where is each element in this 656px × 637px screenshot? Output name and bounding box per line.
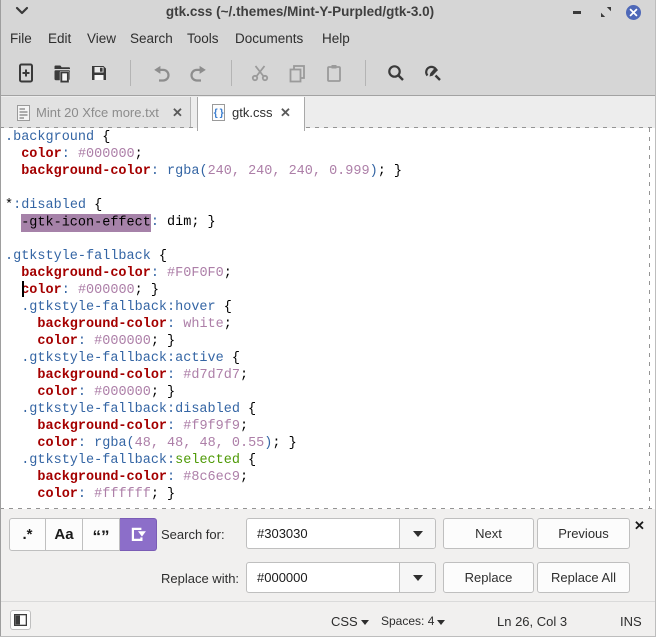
svg-text:{: {	[214, 107, 218, 119]
svg-text:}: }	[220, 107, 224, 119]
